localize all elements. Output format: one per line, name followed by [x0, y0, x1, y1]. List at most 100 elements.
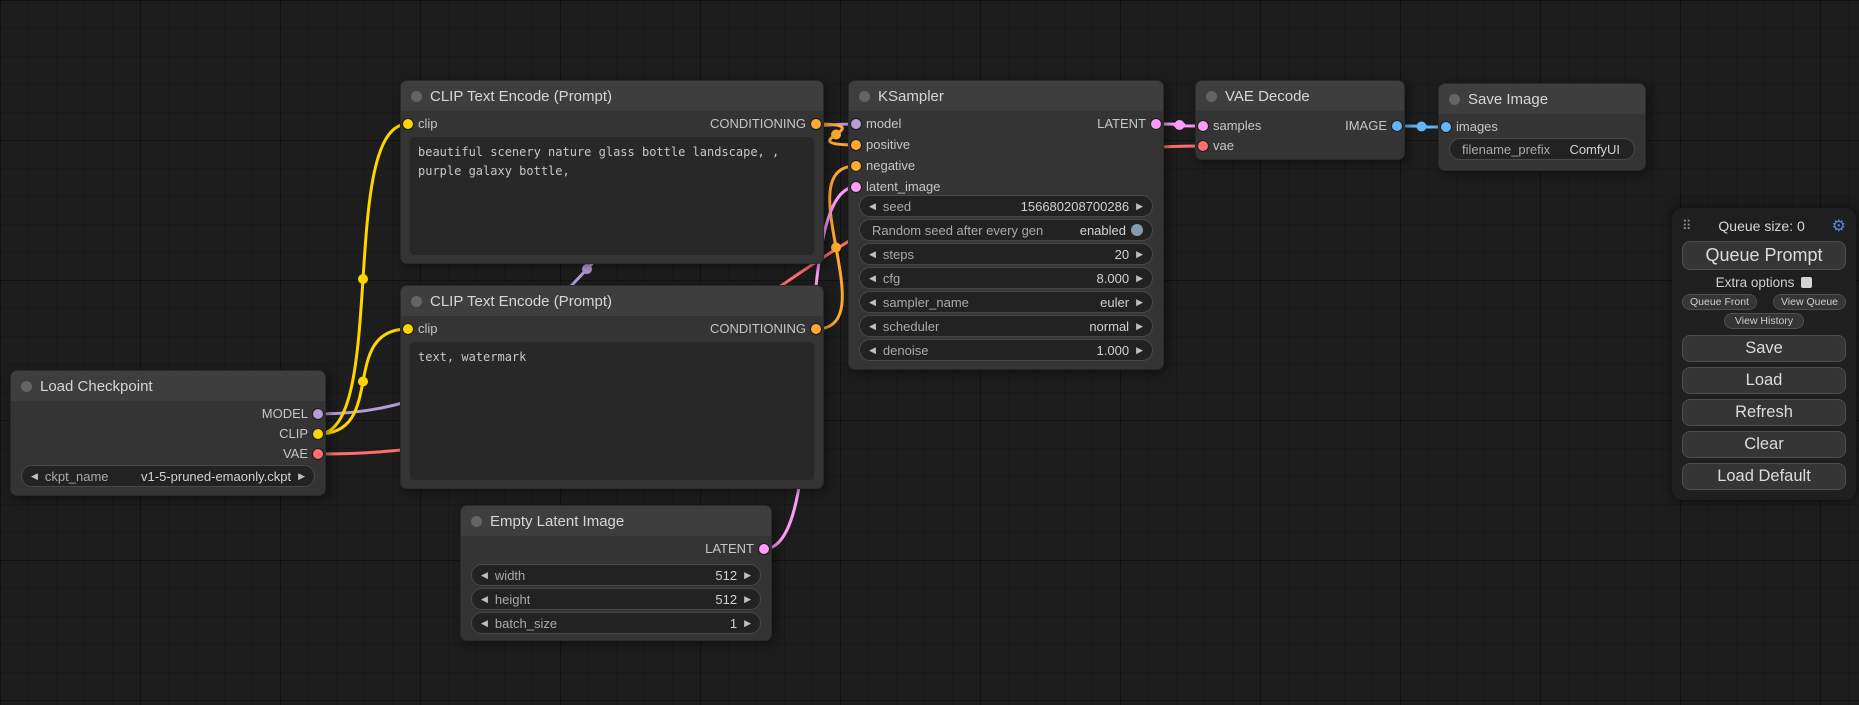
node-clip-text-encode-negative[interactable]: CLIP Text Encode (Prompt) clip CONDITION…	[400, 285, 824, 489]
output-port-latent[interactable]	[1151, 119, 1161, 129]
input-label-latent-image: latent_image	[866, 178, 940, 196]
extra-options-checkbox[interactable]	[1801, 277, 1812, 288]
input-port-model[interactable]	[851, 119, 861, 129]
link-midpoint-dot[interactable]	[1417, 122, 1427, 132]
node-title: CLIP Text Encode (Prompt)	[430, 293, 612, 310]
widget-scheduler[interactable]: ◀ scheduler normal ▶	[859, 315, 1153, 337]
view-queue-button[interactable]: View Queue	[1773, 294, 1846, 310]
output-port-conditioning[interactable]	[811, 324, 821, 334]
increment-icon[interactable]: ▶	[1136, 346, 1143, 355]
link-midpoint-dot[interactable]	[831, 130, 841, 140]
node-collapse-dot[interactable]	[1206, 91, 1217, 102]
increment-icon[interactable]: ▶	[1136, 202, 1143, 211]
decrement-icon[interactable]: ◀	[869, 250, 876, 259]
settings-gear-icon[interactable]: ⚙	[1832, 216, 1846, 236]
link-midpoint-dot[interactable]	[831, 243, 841, 253]
node-vae-decode[interactable]: VAE Decode samples vae IMAGE	[1195, 80, 1405, 160]
input-port-vae[interactable]	[1198, 141, 1208, 151]
clear-button[interactable]: Clear	[1682, 431, 1846, 458]
input-port-latent-image[interactable]	[851, 182, 861, 192]
widget-width[interactable]: ◀ width 512 ▶	[471, 564, 761, 586]
node-load-checkpoint[interactable]: Load Checkpoint MODEL CLIP VAE ◀ ckpt_na…	[10, 370, 326, 496]
node-collapse-dot[interactable]	[471, 516, 482, 527]
increment-icon[interactable]: ▶	[1136, 322, 1143, 331]
decrement-icon[interactable]: ◀	[869, 346, 876, 355]
increment-icon[interactable]: ▶	[744, 595, 751, 604]
graph-canvas[interactable]: Load Checkpoint MODEL CLIP VAE ◀ ckpt_na…	[0, 0, 1859, 705]
node-collapse-dot[interactable]	[21, 381, 32, 392]
node-ksampler[interactable]: KSampler model positive negative latent_…	[848, 80, 1164, 370]
widget-seed[interactable]: ◀ seed 156680208700286 ▶	[859, 195, 1153, 217]
drag-handle-icon[interactable]: ⠿	[1682, 218, 1692, 234]
node-save-image[interactable]: Save Image images filename_prefix ComfyU…	[1438, 83, 1646, 171]
widget-value: 1	[730, 616, 737, 631]
node-title-bar[interactable]: CLIP Text Encode (Prompt)	[401, 81, 823, 111]
input-port-negative[interactable]	[851, 161, 861, 171]
node-title-bar[interactable]: Load Checkpoint	[11, 371, 325, 401]
node-collapse-dot[interactable]	[1449, 94, 1460, 105]
widget-name: seed	[883, 199, 911, 214]
increment-icon[interactable]: ▶	[1136, 298, 1143, 307]
widget-batch-size[interactable]: ◀ batch_size 1 ▶	[471, 612, 761, 634]
node-title-bar[interactable]: CLIP Text Encode (Prompt)	[401, 286, 823, 316]
widget-height[interactable]: ◀ height 512 ▶	[471, 588, 761, 610]
view-history-button[interactable]: View History	[1724, 313, 1804, 329]
widget-name: ckpt_name	[45, 469, 109, 484]
negative-prompt-textarea[interactable]: text, watermark	[410, 342, 814, 480]
input-port-clip[interactable]	[403, 119, 413, 129]
output-port-image[interactable]	[1392, 121, 1402, 131]
output-port-vae[interactable]	[313, 449, 323, 459]
link-midpoint-dot[interactable]	[358, 377, 368, 387]
link-midpoint-dot[interactable]	[582, 264, 592, 274]
increment-icon[interactable]: ▶	[744, 619, 751, 628]
decrement-icon[interactable]: ◀	[481, 619, 488, 628]
output-port-conditioning[interactable]	[811, 119, 821, 129]
node-clip-text-encode-positive[interactable]: CLIP Text Encode (Prompt) clip CONDITION…	[400, 80, 824, 264]
output-port-model[interactable]	[313, 409, 323, 419]
decrement-icon[interactable]: ◀	[31, 472, 38, 481]
queue-prompt-button[interactable]: Queue Prompt	[1682, 241, 1846, 270]
increment-icon[interactable]: ▶	[1136, 250, 1143, 259]
widget-random-seed-toggle[interactable]: Random seed after every gen enabled	[859, 219, 1153, 241]
widget-denoise[interactable]: ◀ denoise 1.000 ▶	[859, 339, 1153, 361]
widget-steps[interactable]: ◀ steps 20 ▶	[859, 243, 1153, 265]
node-collapse-dot[interactable]	[411, 296, 422, 307]
output-port-latent[interactable]	[759, 544, 769, 554]
node-title-bar[interactable]: Save Image	[1439, 84, 1645, 114]
node-title-bar[interactable]: KSampler	[849, 81, 1163, 111]
toggle-knob-icon[interactable]	[1131, 224, 1143, 236]
node-collapse-dot[interactable]	[411, 91, 422, 102]
increment-icon[interactable]: ▶	[1136, 274, 1143, 283]
input-port-images[interactable]	[1441, 122, 1451, 132]
widget-ckpt-name[interactable]: ◀ ckpt_name v1-5-pruned-emaonly.ckpt ▶	[21, 465, 315, 487]
decrement-icon[interactable]: ◀	[869, 322, 876, 331]
input-port-positive[interactable]	[851, 140, 861, 150]
node-title-bar[interactable]: VAE Decode	[1196, 81, 1404, 111]
input-label-model: model	[866, 115, 901, 133]
load-button[interactable]: Load	[1682, 367, 1846, 394]
positive-prompt-textarea[interactable]: beautiful scenery nature glass bottle la…	[410, 137, 814, 255]
decrement-icon[interactable]: ◀	[869, 298, 876, 307]
widget-cfg[interactable]: ◀ cfg 8.000 ▶	[859, 267, 1153, 289]
node-empty-latent-image[interactable]: Empty Latent Image LATENT ◀ width 512 ▶ …	[460, 505, 772, 641]
refresh-button[interactable]: Refresh	[1682, 399, 1846, 426]
increment-icon[interactable]: ▶	[298, 472, 305, 481]
widget-filename-prefix[interactable]: filename_prefix ComfyUI	[1449, 138, 1635, 160]
decrement-icon[interactable]: ◀	[481, 571, 488, 580]
increment-icon[interactable]: ▶	[744, 571, 751, 580]
widget-sampler-name[interactable]: ◀ sampler_name euler ▶	[859, 291, 1153, 313]
link-midpoint-dot[interactable]	[1175, 120, 1185, 130]
decrement-icon[interactable]: ◀	[869, 274, 876, 283]
input-port-samples[interactable]	[1198, 121, 1208, 131]
save-button[interactable]: Save	[1682, 335, 1846, 362]
node-collapse-dot[interactable]	[859, 91, 870, 102]
input-label-clip: clip	[418, 115, 438, 133]
load-default-button[interactable]: Load Default	[1682, 463, 1846, 490]
decrement-icon[interactable]: ◀	[481, 595, 488, 604]
decrement-icon[interactable]: ◀	[869, 202, 876, 211]
input-port-clip[interactable]	[403, 324, 413, 334]
node-title-bar[interactable]: Empty Latent Image	[461, 506, 771, 536]
output-port-clip[interactable]	[313, 429, 323, 439]
queue-front-button[interactable]: Queue Front	[1682, 294, 1757, 310]
link-midpoint-dot[interactable]	[358, 274, 368, 284]
